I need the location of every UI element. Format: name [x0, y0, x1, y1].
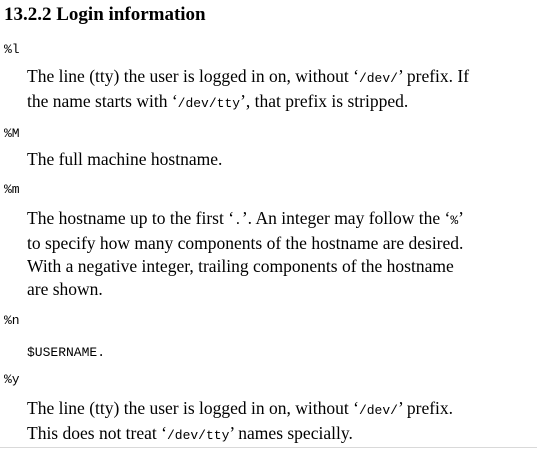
description-text: This does not treat ‘	[27, 423, 167, 443]
description-percent-n: $USERNAME.	[27, 339, 533, 364]
description-percent-m-upper: The full machine hostname.	[27, 148, 533, 171]
description-text: to specify how many components of the ho…	[27, 233, 464, 253]
description-text: The full machine hostname.	[27, 149, 223, 169]
inline-code: %	[450, 213, 459, 228]
description-line: The line (tty) the user is logged in on,…	[27, 65, 533, 90]
description-percent-y: The line (tty) the user is logged in on,…	[27, 397, 533, 447]
description-line: $USERNAME.	[27, 339, 533, 364]
description-text: ’	[458, 208, 464, 228]
description-text: With a negative integer, trailing compon…	[27, 256, 454, 276]
description-line: With a negative integer, trailing compon…	[27, 255, 533, 278]
description-text: ’, that prefix is stripped.	[240, 91, 409, 111]
document-page: 13.2.2 Login information %l The line (tt…	[0, 0, 537, 451]
description-text: the name starts with ‘	[27, 91, 178, 111]
description-text: ’ prefix. If	[397, 66, 470, 86]
description-line: the name starts with ‘/dev/tty’, that pr…	[27, 90, 533, 115]
description-line: are shown.	[27, 278, 533, 301]
inline-code: /dev/tty	[177, 96, 241, 111]
term-percent-n: %n	[4, 313, 20, 328]
description-line: The full machine hostname.	[27, 148, 533, 171]
description-text: The line (tty) the user is logged in on,…	[27, 398, 359, 418]
section-heading: 13.2.2 Login information	[4, 4, 206, 25]
description-text: are shown.	[27, 279, 103, 299]
description-text: The hostname up to the first ‘	[27, 208, 235, 228]
inline-code: /dev/	[358, 403, 398, 418]
term-percent-m-upper: %M	[4, 126, 20, 141]
description-text: ’. An integer may follow the ‘	[241, 208, 451, 228]
description-line: This does not treat ‘/dev/tty’ names spe…	[27, 422, 533, 447]
inline-code: /dev/	[358, 71, 398, 86]
inline-code: .	[234, 213, 242, 228]
description-text: ’ names specially.	[229, 423, 353, 443]
description-percent-l: The line (tty) the user is logged in on,…	[27, 65, 533, 115]
description-line: The line (tty) the user is logged in on,…	[27, 397, 533, 422]
description-text: The line (tty) the user is logged in on,…	[27, 66, 359, 86]
description-line: The hostname up to the first ‘.’. An int…	[27, 207, 533, 232]
description-line: to specify how many components of the ho…	[27, 232, 533, 255]
inline-code: $USERNAME.	[27, 345, 106, 360]
inline-code: /dev/tty	[166, 428, 230, 443]
term-percent-l: %l	[4, 42, 20, 57]
bottom-divider	[0, 447, 537, 448]
term-percent-m-lower: %m	[4, 182, 20, 197]
description-text: ’ prefix.	[397, 398, 454, 418]
description-percent-m-lower: The hostname up to the first ‘.’. An int…	[27, 207, 533, 301]
term-percent-y: %y	[4, 372, 20, 387]
